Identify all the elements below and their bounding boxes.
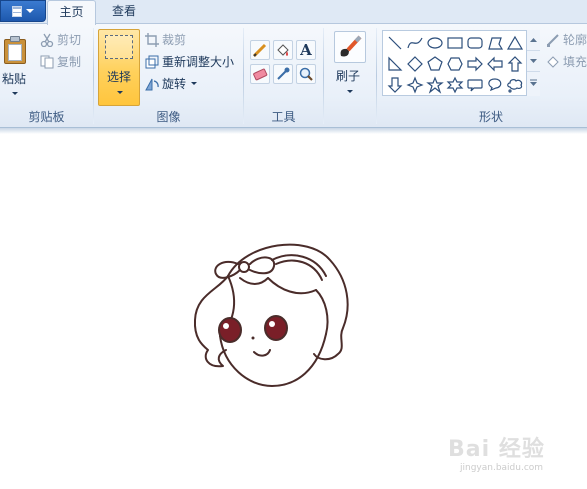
rotate-icon bbox=[145, 78, 159, 90]
shape-six-point-star-icon[interactable] bbox=[446, 76, 464, 94]
resize-button[interactable]: 重新调整大小 bbox=[145, 53, 234, 70]
cut-button[interactable]: 剪切 bbox=[40, 31, 81, 48]
expand-icon bbox=[530, 79, 537, 86]
chevron-down-icon bbox=[191, 82, 198, 85]
gallery-scroll-up-button[interactable] bbox=[527, 30, 540, 51]
fill-label: 填充 bbox=[563, 55, 587, 69]
tab-home[interactable]: 主页 bbox=[47, 0, 96, 25]
shape-four-point-star-icon[interactable] bbox=[406, 76, 424, 94]
gallery-expand-button[interactable] bbox=[527, 72, 540, 93]
shape-cloud-callout-icon[interactable] bbox=[507, 79, 523, 93]
chevron-down-icon bbox=[12, 92, 18, 95]
shape-rounded-callout-icon[interactable] bbox=[467, 79, 483, 92]
clipboard-group: 粘贴 剪切 复制 剪贴板 bbox=[0, 24, 93, 128]
paint-menu-button[interactable] bbox=[0, 0, 46, 22]
chevron-down-icon bbox=[530, 59, 537, 63]
shape-rounded-rectangle-icon[interactable] bbox=[467, 37, 483, 49]
shape-polygon-icon[interactable] bbox=[488, 37, 504, 50]
chevron-down-icon bbox=[347, 90, 353, 93]
resize-label: 重新调整大小 bbox=[162, 55, 235, 69]
copy-button[interactable]: 复制 bbox=[40, 53, 81, 70]
text-icon[interactable]: A bbox=[296, 40, 316, 60]
paste-button[interactable]: 粘贴 bbox=[0, 28, 32, 100]
shapes-group-label: 形状 bbox=[478, 110, 503, 124]
outline-label: 轮廓 bbox=[563, 33, 587, 47]
selection-icon bbox=[105, 35, 133, 59]
color-picker-icon[interactable] bbox=[273, 64, 293, 84]
chevron-down-icon bbox=[26, 9, 34, 13]
shape-right-arrow-icon[interactable] bbox=[467, 56, 483, 72]
magnifier-icon[interactable] bbox=[296, 64, 316, 84]
paste-label: 粘贴 bbox=[2, 72, 27, 86]
outline-button[interactable]: 轮廓 bbox=[546, 31, 587, 48]
shapes-gallery-grid bbox=[387, 35, 524, 94]
resize-icon bbox=[145, 55, 159, 68]
drawing-canvas-image bbox=[193, 243, 349, 387]
scissors-icon bbox=[40, 33, 54, 47]
shapes-gallery bbox=[382, 30, 540, 96]
shape-rectangle-icon[interactable] bbox=[447, 37, 463, 49]
chevron-up-icon bbox=[530, 38, 537, 42]
brushes-button[interactable]: 刷子 bbox=[333, 29, 367, 119]
fill-icon[interactable] bbox=[273, 40, 293, 60]
select-button[interactable]: 选择 bbox=[98, 29, 140, 106]
cut-label: 剪切 bbox=[57, 33, 82, 47]
outline-icon bbox=[547, 33, 559, 47]
shape-hexagon-icon[interactable] bbox=[447, 57, 463, 71]
shape-down-arrow-icon[interactable] bbox=[387, 77, 403, 93]
document-icon bbox=[12, 5, 22, 17]
shape-diamond-icon[interactable] bbox=[407, 56, 423, 72]
shape-up-arrow-icon[interactable] bbox=[507, 56, 523, 72]
crop-label: 裁剪 bbox=[162, 33, 187, 47]
shape-pentagon-icon[interactable] bbox=[427, 56, 443, 71]
group-divider bbox=[323, 28, 324, 124]
image-group-label: 图像 bbox=[156, 110, 181, 124]
shape-five-point-star-icon[interactable] bbox=[426, 76, 444, 94]
shape-triangle-icon[interactable] bbox=[506, 35, 524, 50]
shape-right-triangle-icon[interactable] bbox=[388, 56, 403, 71]
chevron-down-icon bbox=[117, 91, 123, 94]
rotate-label: 旋转 bbox=[162, 77, 187, 91]
gallery-scrollbar bbox=[526, 30, 540, 96]
pencil-icon[interactable] bbox=[250, 40, 270, 60]
brushes-label: 刷子 bbox=[336, 69, 361, 83]
clipboard-group-label: 剪贴板 bbox=[28, 110, 65, 124]
shape-left-arrow-icon[interactable] bbox=[487, 56, 503, 72]
ribbon: 粘贴 剪切 复制 剪贴板 图像 选择 裁剪 重新调整大小 旋转 工具 A 刷子 … bbox=[0, 24, 587, 128]
clipboard-icon bbox=[4, 36, 26, 64]
watermark-logo-text: Bai 经验 bbox=[448, 437, 545, 462]
copy-label: 复制 bbox=[57, 55, 82, 69]
crop-icon bbox=[145, 32, 159, 47]
ribbon-tab-strip: 主页 查看 bbox=[0, 0, 587, 25]
shape-oval-icon[interactable] bbox=[427, 37, 443, 49]
copy-icon bbox=[40, 55, 54, 68]
tools-group-label: 工具 bbox=[271, 110, 296, 124]
shape-oval-callout-icon[interactable] bbox=[488, 78, 502, 92]
fill-button[interactable]: 填充 bbox=[546, 53, 587, 70]
fill-bucket-icon bbox=[547, 55, 559, 68]
select-label: 选择 bbox=[106, 70, 131, 84]
tab-view[interactable]: 查看 bbox=[100, 0, 148, 25]
shape-line-icon[interactable] bbox=[388, 36, 402, 50]
eraser-icon[interactable] bbox=[250, 64, 270, 84]
baidu-watermark: Bai 经验 jingyan.baidu.com bbox=[448, 423, 584, 479]
shape-curve-icon[interactable] bbox=[407, 37, 423, 49]
gallery-scroll-down-button[interactable] bbox=[527, 51, 540, 72]
brush-icon bbox=[334, 31, 366, 63]
rotate-button[interactable]: 旋转 bbox=[145, 75, 198, 92]
crop-button[interactable]: 裁剪 bbox=[145, 31, 186, 48]
watermark-url: jingyan.baidu.com bbox=[460, 463, 544, 473]
